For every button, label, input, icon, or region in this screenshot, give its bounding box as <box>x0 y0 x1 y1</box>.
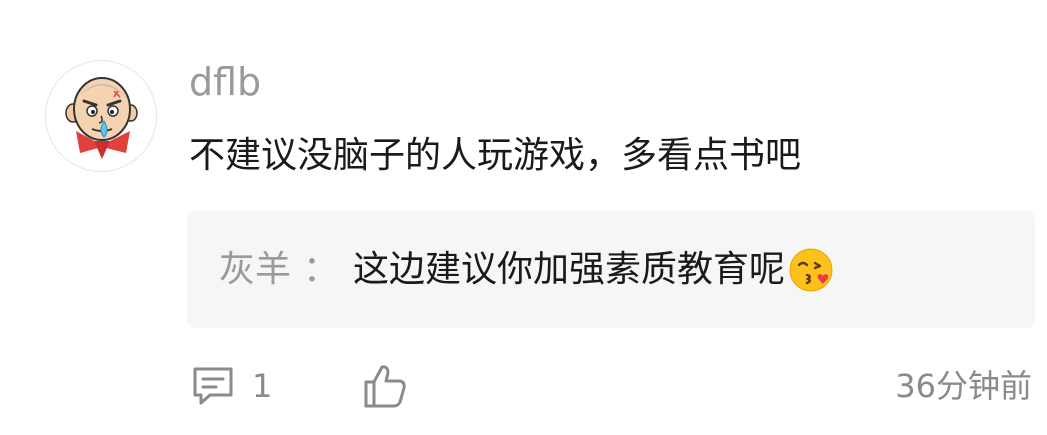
avatar[interactable] <box>45 60 157 172</box>
comment-text: 不建议没脑子的人玩游戏，多看点书吧 <box>189 135 802 176</box>
comment-icon <box>193 367 233 405</box>
action-bar: 1 36分钟前 <box>0 360 1047 412</box>
thumbs-up-icon <box>364 365 406 408</box>
comment-button[interactable]: 1 <box>190 362 272 410</box>
reply-author[interactable]: 灰羊 <box>219 246 291 294</box>
reply-separator: ： <box>303 249 340 290</box>
like-button[interactable] <box>362 362 408 414</box>
timestamp: 36分钟前 <box>895 367 1032 405</box>
kissing-face-emoji-icon <box>787 246 835 294</box>
reply-box[interactable]: 灰羊 ： 这边建议你加强素质教育呢 <box>187 211 1035 328</box>
reply-text: 这边建议你加强素质教育呢 <box>353 249 786 290</box>
cartoon-avatar-icon <box>65 77 138 159</box>
comment-count: 1 <box>252 367 273 405</box>
comment-username[interactable]: dflb <box>189 58 261 106</box>
reply-line: 灰羊 ： 这边建议你加强素质教育呢 <box>219 246 835 294</box>
